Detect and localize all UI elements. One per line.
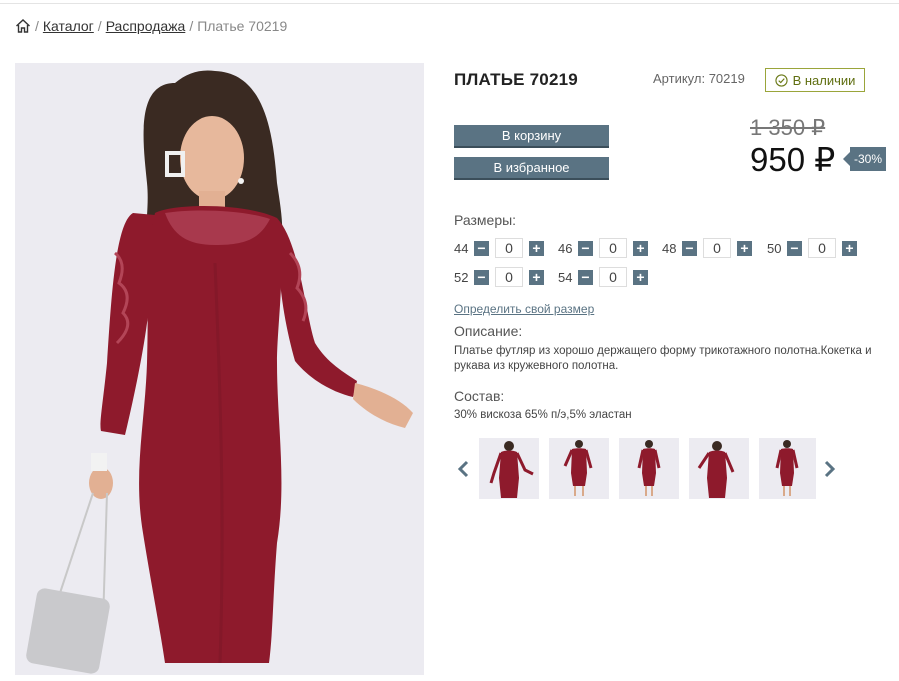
description-label: Описание: — [454, 323, 523, 339]
increase-button[interactable]: + — [737, 240, 752, 256]
quantity-input[interactable] — [495, 238, 523, 258]
size-selector-44: 44 − + — [454, 237, 544, 259]
quantity-input[interactable] — [808, 238, 836, 258]
quantity-input[interactable] — [599, 238, 627, 258]
thumbnail-image[interactable] — [549, 438, 609, 499]
size-selector-54: 54 − + — [558, 266, 648, 288]
increase-button[interactable]: + — [842, 240, 857, 256]
decrease-button[interactable]: − — [682, 240, 697, 256]
thumbnail-image[interactable] — [479, 438, 539, 499]
size-selector-46: 46 − + — [558, 237, 648, 259]
size-guide-link[interactable]: Определить свой размер — [454, 302, 594, 316]
size-label: 44 — [454, 240, 469, 256]
stock-status-badge: В наличии — [765, 68, 865, 92]
breadcrumb: / Каталог / Распродажа / Платье 70219 — [15, 18, 287, 34]
decrease-button[interactable]: − — [474, 269, 489, 285]
size-selector-48: 48 − + — [662, 237, 752, 259]
stock-status-label: В наличии — [792, 72, 856, 88]
size-label: 48 — [662, 240, 677, 256]
increase-button[interactable]: + — [633, 240, 648, 256]
breadcrumb-current: Платье 70219 — [197, 18, 288, 34]
quantity-input[interactable] — [495, 267, 523, 287]
sizes-label: Размеры: — [454, 212, 517, 228]
description-text: Платье футляр из хорошо держащего форму … — [454, 345, 872, 372]
breadcrumb-catalog-link[interactable]: Каталог — [43, 18, 94, 34]
breadcrumb-separator: / — [35, 18, 39, 34]
check-circle-icon — [774, 73, 788, 87]
increase-button[interactable]: + — [529, 269, 544, 285]
decrease-button[interactable]: − — [578, 240, 593, 256]
breadcrumb-separator: / — [189, 18, 194, 34]
product-title: ПЛАТЬЕ 70219 — [454, 70, 578, 89]
top-divider — [0, 3, 899, 4]
decrease-button[interactable]: − — [578, 269, 593, 285]
size-label: 54 — [558, 269, 573, 285]
product-sku: Артикул: 70219 — [653, 71, 745, 86]
old-price: 1 350 ₽ — [750, 115, 826, 140]
product-main-image[interactable] — [15, 63, 424, 675]
increase-button[interactable]: + — [529, 240, 544, 256]
size-selector-50: 50 − + — [767, 237, 857, 259]
size-selector-52: 52 − + — [454, 266, 544, 288]
thumbnail-image[interactable] — [619, 438, 679, 499]
size-label: 46 — [558, 240, 573, 256]
breadcrumb-separator: / — [97, 18, 102, 34]
composition-label: Состав: — [454, 388, 505, 404]
breadcrumb-sale-link[interactable]: Распродажа — [106, 18, 186, 34]
chevron-left-icon[interactable] — [456, 458, 472, 480]
add-to-cart-button[interactable]: В корзину — [454, 125, 609, 148]
size-label: 50 — [767, 240, 782, 256]
thumbnail-image[interactable] — [759, 438, 816, 499]
increase-button[interactable]: + — [633, 269, 648, 285]
quantity-input[interactable] — [703, 238, 731, 258]
size-label: 52 — [454, 269, 469, 285]
chevron-right-icon[interactable] — [821, 458, 837, 480]
decrease-button[interactable]: − — [474, 240, 489, 256]
current-price: 950 ₽ — [750, 141, 836, 178]
quantity-input[interactable] — [599, 267, 627, 287]
home-icon[interactable] — [15, 18, 31, 34]
composition-text: 30% вискоза 65% п/э,5% эластан — [454, 409, 632, 421]
thumbnail-image[interactable] — [689, 438, 749, 499]
add-to-favorites-button[interactable]: В избранное — [454, 157, 609, 180]
decrease-button[interactable]: − — [787, 240, 802, 256]
discount-badge: -30% — [843, 147, 886, 171]
